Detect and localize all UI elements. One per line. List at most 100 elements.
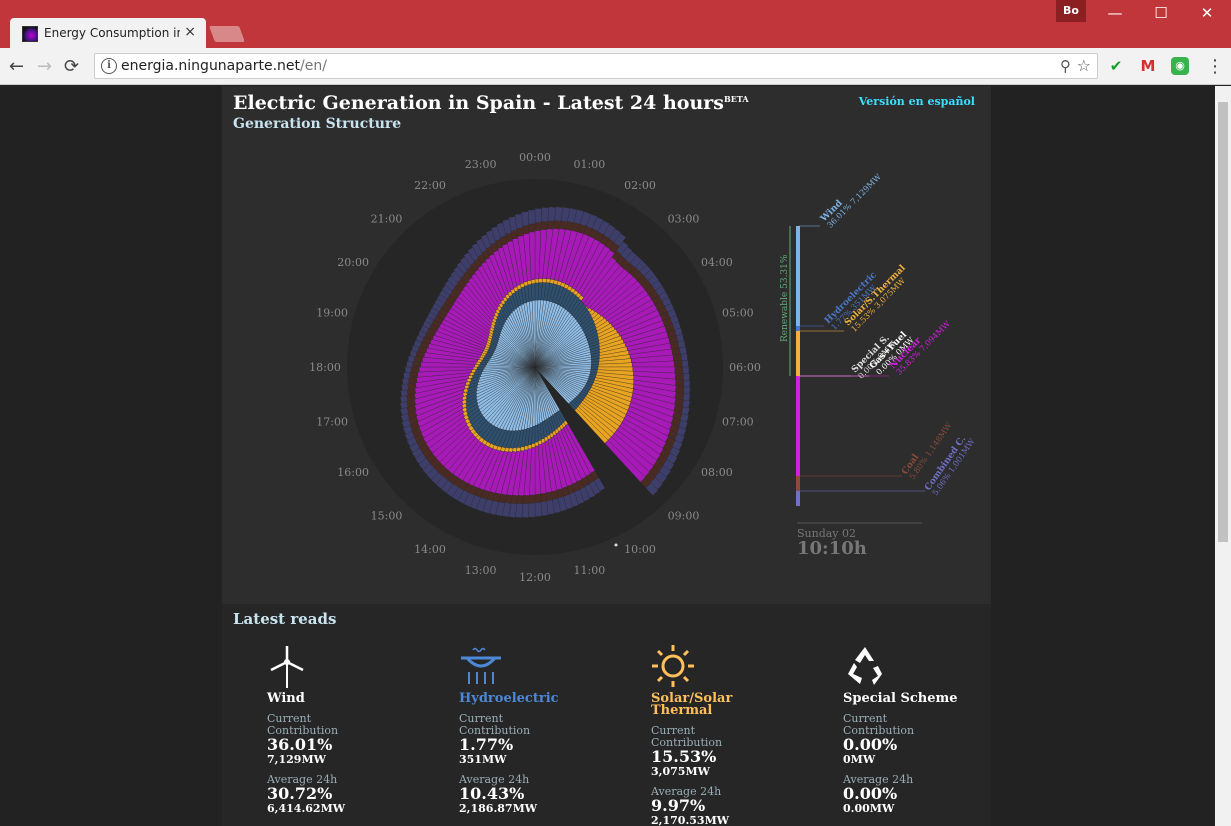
- read-card-wind: Wind Current Contribution 36.01% 7,129MW Ave…: [267, 644, 447, 815]
- coal-segment: [540, 221, 548, 230]
- current-mw: 351MW: [459, 753, 507, 766]
- coal-segment: [528, 223, 536, 233]
- hour-label: 00:00: [519, 151, 551, 164]
- hour-label: 11:00: [574, 564, 606, 577]
- close-window-icon[interactable]: ✕: [1192, 4, 1222, 26]
- new-tab-button[interactable]: [209, 26, 245, 42]
- hour-label: 21:00: [371, 213, 403, 226]
- solar-segment: [523, 281, 529, 287]
- latest-reads-title: Latest reads: [233, 610, 337, 628]
- menu-icon[interactable]: ⋮: [1206, 56, 1224, 77]
- combined-segment: [401, 383, 409, 391]
- coal-segment: [670, 341, 680, 350]
- current-mw: 0MW: [843, 753, 876, 766]
- solar-segment: [527, 280, 532, 285]
- legend-bar: [796, 376, 800, 476]
- tab-close-icon[interactable]: ×: [184, 24, 196, 40]
- coal-segment: [546, 220, 555, 230]
- combined-segment: [534, 208, 543, 223]
- profile-button[interactable]: Bo: [1056, 0, 1086, 22]
- coal-segment: [412, 361, 421, 368]
- combined-segment: [678, 340, 686, 349]
- browser-titlebar: Energy Consumption in S × Bo — ☐ ✕: [0, 0, 1231, 48]
- solar-segment: [531, 279, 536, 284]
- read-source-name: Hydroelectric: [459, 691, 559, 706]
- latest-reads-panel: Latest reads Wind Current Contribution 36.…: [222, 604, 991, 826]
- hour-label: 10:00: [624, 543, 656, 556]
- hydro-segment: [591, 361, 600, 365]
- minimize-icon[interactable]: —: [1100, 4, 1130, 26]
- page-scrollbar[interactable]: [1215, 86, 1231, 826]
- address-bar[interactable]: i energia.ningunaparte.net/en/ ⚲ ☆: [94, 53, 1098, 79]
- solar-segment: [538, 440, 542, 445]
- hour-label: 03:00: [668, 213, 700, 226]
- average-percent: 10.43%: [459, 784, 525, 803]
- solar-segment: [527, 444, 532, 450]
- hour-label: 02:00: [624, 179, 656, 192]
- combined-segment: [676, 334, 685, 343]
- current-percent: 1.77%: [459, 735, 514, 754]
- combined-segment: [408, 355, 415, 362]
- coal-segment: [534, 222, 542, 231]
- current-percent: 0.00%: [843, 735, 898, 754]
- average-percent: 0.00%: [843, 784, 898, 803]
- browser-toolbar: ← → ⟳ i energia.ningunaparte.net/en/ ⚲ ☆…: [0, 48, 1231, 85]
- coal-segment: [674, 366, 684, 374]
- hour-label: 12:00: [519, 571, 551, 584]
- coal-segment: [409, 371, 419, 379]
- hour-label: 17:00: [316, 415, 348, 428]
- combined-segment: [683, 379, 691, 388]
- hour-label: 16:00: [337, 466, 369, 479]
- generation-legend: Renewable 53.31%Wind36.01% 7,129MWHydroe…: [780, 172, 977, 559]
- combined-segment: [527, 209, 536, 225]
- reload-icon[interactable]: ⟳: [64, 56, 79, 77]
- checkmark-extension-icon[interactable]: ✔: [1107, 57, 1125, 75]
- coal-segment: [675, 372, 684, 381]
- average-percent: 9.97%: [651, 796, 706, 815]
- site-info-icon[interactable]: i: [101, 58, 117, 74]
- bookmark-star-icon[interactable]: ☆: [1077, 56, 1091, 75]
- combined-segment: [680, 353, 688, 361]
- forward-icon[interactable]: →: [37, 56, 52, 77]
- extension-icon[interactable]: ◉: [1171, 57, 1189, 75]
- combined-segment: [681, 360, 689, 368]
- current-time-marker: [614, 543, 618, 547]
- current-contribution-label: Current Contribution: [267, 712, 339, 737]
- current-mw: 3,075MW: [651, 765, 710, 778]
- read-source-name: Solar/Solar Thermal: [651, 691, 733, 718]
- radial-generation-chart: 00:00 01:00 02:00 03:00 04:00 05:00 06:00 07:00…: [309, 151, 977, 584]
- solar-segment: [542, 278, 547, 283]
- solar-segment: [534, 278, 540, 284]
- solar-segment: [474, 364, 479, 368]
- gmail-extension-icon[interactable]: M: [1139, 57, 1157, 75]
- hour-label: 05:00: [722, 307, 754, 320]
- hour-label: 20:00: [337, 256, 369, 269]
- combined-segment: [679, 346, 687, 355]
- hour-label: 13:00: [465, 564, 497, 577]
- maximize-icon[interactable]: ☐: [1146, 4, 1176, 26]
- current-contribution-label: Current Contribution: [459, 712, 531, 737]
- coal-segment: [522, 495, 530, 504]
- zoom-icon[interactable]: ⚲: [1060, 57, 1071, 75]
- back-icon[interactable]: ←: [9, 56, 24, 77]
- coal-segment: [675, 379, 685, 387]
- combined-segment: [404, 366, 412, 373]
- combined-segment: [540, 501, 549, 516]
- scrollbar-thumb[interactable]: [1218, 102, 1228, 542]
- coal-segment: [671, 347, 681, 356]
- current-mw: 7,129MW: [267, 753, 326, 766]
- combined-segment: [534, 502, 542, 517]
- average-mw: 2,186.87MW: [459, 802, 538, 815]
- coal-segment: [410, 366, 420, 373]
- read-source-name: Wind: [267, 691, 305, 706]
- legend-bar: [796, 326, 800, 331]
- hydro-dam-icon: [459, 644, 639, 688]
- browser-tab[interactable]: Energy Consumption in S ×: [10, 18, 206, 48]
- radial-chart-area: [347, 179, 723, 555]
- hour-label: 23:00: [465, 158, 497, 171]
- solar-segment: [520, 282, 525, 288]
- hour-label: 09:00: [668, 509, 700, 522]
- solar-segment: [523, 445, 529, 451]
- read-card-solar-solar-thermal: Solar/Solar Thermal Current Contribution 1…: [651, 644, 831, 826]
- solar-segment: [538, 278, 543, 283]
